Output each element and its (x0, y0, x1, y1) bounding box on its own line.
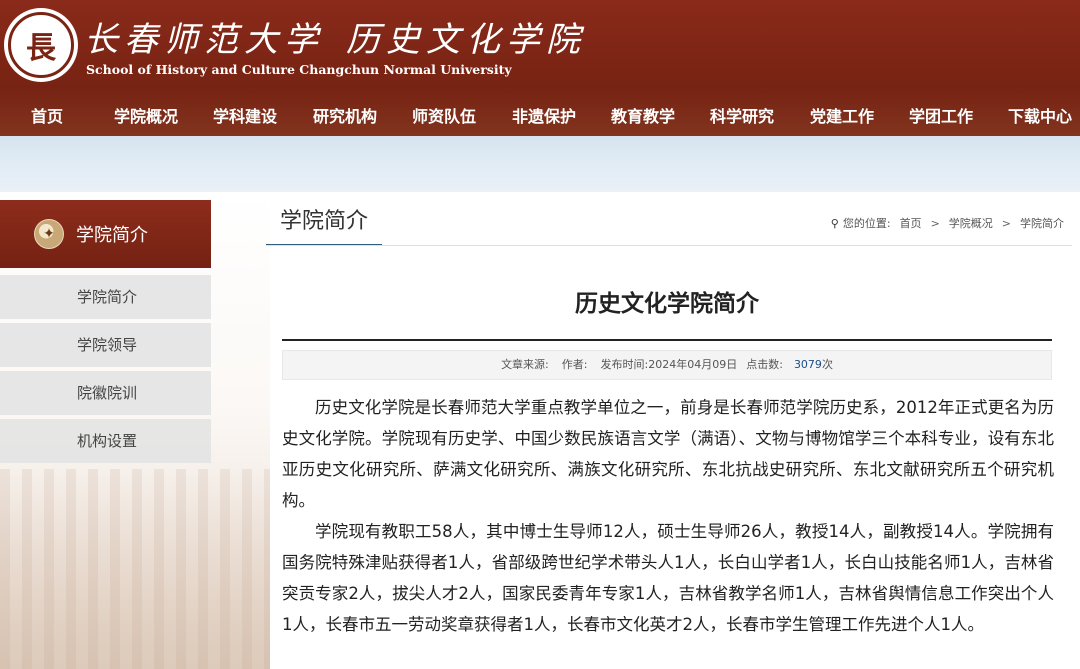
nav-item-heritage[interactable]: 非遗保护 (512, 103, 576, 127)
university-seal-icon[interactable]: 長 (4, 8, 78, 82)
nav-item-teaching[interactable]: 教育教学 (611, 103, 675, 127)
meta-hits-label: 点击数: (746, 358, 783, 371)
meta-date-label: 发布时间: (600, 358, 649, 371)
nav-item-student[interactable]: 学团工作 (909, 103, 973, 127)
banner-strip (0, 136, 1080, 192)
section-title: 学院简介 (266, 202, 383, 246)
meta-hits-unit: 次 (821, 358, 833, 371)
article-title: 历史文化学院简介 (575, 291, 759, 317)
meta-author-label: 作者: (561, 358, 588, 371)
nav-item-downloads[interactable]: 下载中心 (1008, 103, 1072, 127)
sidebar-item-structure[interactable]: 机构设置 (0, 419, 211, 463)
breadcrumb: ⚲ 您的位置: 首页 > 学院概况 > 学院简介 (831, 215, 1064, 231)
nav-item-research[interactable]: 科学研究 (710, 103, 774, 127)
nav-item-research-institutes[interactable]: 研究机构 (313, 103, 377, 127)
school-name-en: School of History and Culture Changchun … (86, 62, 512, 77)
globe-icon: ✦ (34, 219, 64, 249)
sidebar-header: ✦ 学院简介 (0, 200, 211, 268)
meta-date: 2024年04月09日 (648, 358, 738, 371)
article-divider (282, 339, 1052, 341)
breadcrumb-current[interactable]: 学院简介 (1020, 215, 1064, 231)
article-paragraph: 学院现有教职工58人，其中博士生导师12人，硕士生导师26人，教授14人，副教授… (282, 522, 1054, 634)
breadcrumb-prefix: 您的位置: (842, 217, 891, 230)
breadcrumb-about[interactable]: 学院概况 (949, 215, 993, 231)
nav-item-disciplines[interactable]: 学科建设 (213, 103, 277, 127)
meta-source-label: 文章来源: (501, 358, 549, 371)
seal-char: 長 (8, 12, 74, 78)
sidebar-item-intro[interactable]: 学院简介 (0, 275, 211, 319)
sidebar-item-leaders[interactable]: 学院领导 (0, 323, 211, 367)
nav-item-faculty[interactable]: 师资队伍 (412, 103, 476, 127)
school-name-cn: 长春师范大学 (84, 20, 324, 60)
breadcrumb-separator: > (930, 216, 940, 230)
meta-hits-count: 3079 (793, 358, 822, 371)
main-nav: 首页 学院概况 学科建设 研究机构 师资队伍 非遗保护 教育教学 科学研究 党建… (0, 92, 1080, 136)
nav-item-about[interactable]: 学院概况 (114, 103, 178, 127)
campus-building-image (0, 469, 270, 669)
section-divider (266, 245, 1072, 246)
nav-item-home[interactable]: 首页 (31, 103, 63, 127)
nav-item-party[interactable]: 党建工作 (810, 103, 874, 127)
breadcrumb-home[interactable]: 首页 (900, 215, 922, 231)
site-logo-text[interactable]: 长春师范大学 历史文化学院 (84, 12, 586, 60)
article-body: 历史文化学院是长春师范大学重点教学单位之一，前身是长春师范学院历史系，2012年… (282, 392, 1054, 640)
college-name-cn: 历史文化学院 (346, 20, 586, 60)
location-pin-icon: ⚲ (830, 216, 839, 230)
sidebar-menu: 学院简介 学院领导 院徽院训 机构设置 (0, 275, 211, 467)
sidebar-title: 学院简介 (76, 225, 148, 246)
breadcrumb-separator: > (1001, 216, 1011, 230)
article-meta: 文章来源: 作者: 发布时间:2024年04月09日 点击数: 3079次 (282, 350, 1052, 380)
sidebar-item-emblem-motto[interactable]: 院徽院训 (0, 371, 211, 415)
site-header: 長 长春师范大学 历史文化学院 School of History and Cul… (0, 0, 1080, 136)
article-paragraph: 历史文化学院是长春师范大学重点教学单位之一，前身是长春师范学院历史系，2012年… (282, 398, 1054, 510)
